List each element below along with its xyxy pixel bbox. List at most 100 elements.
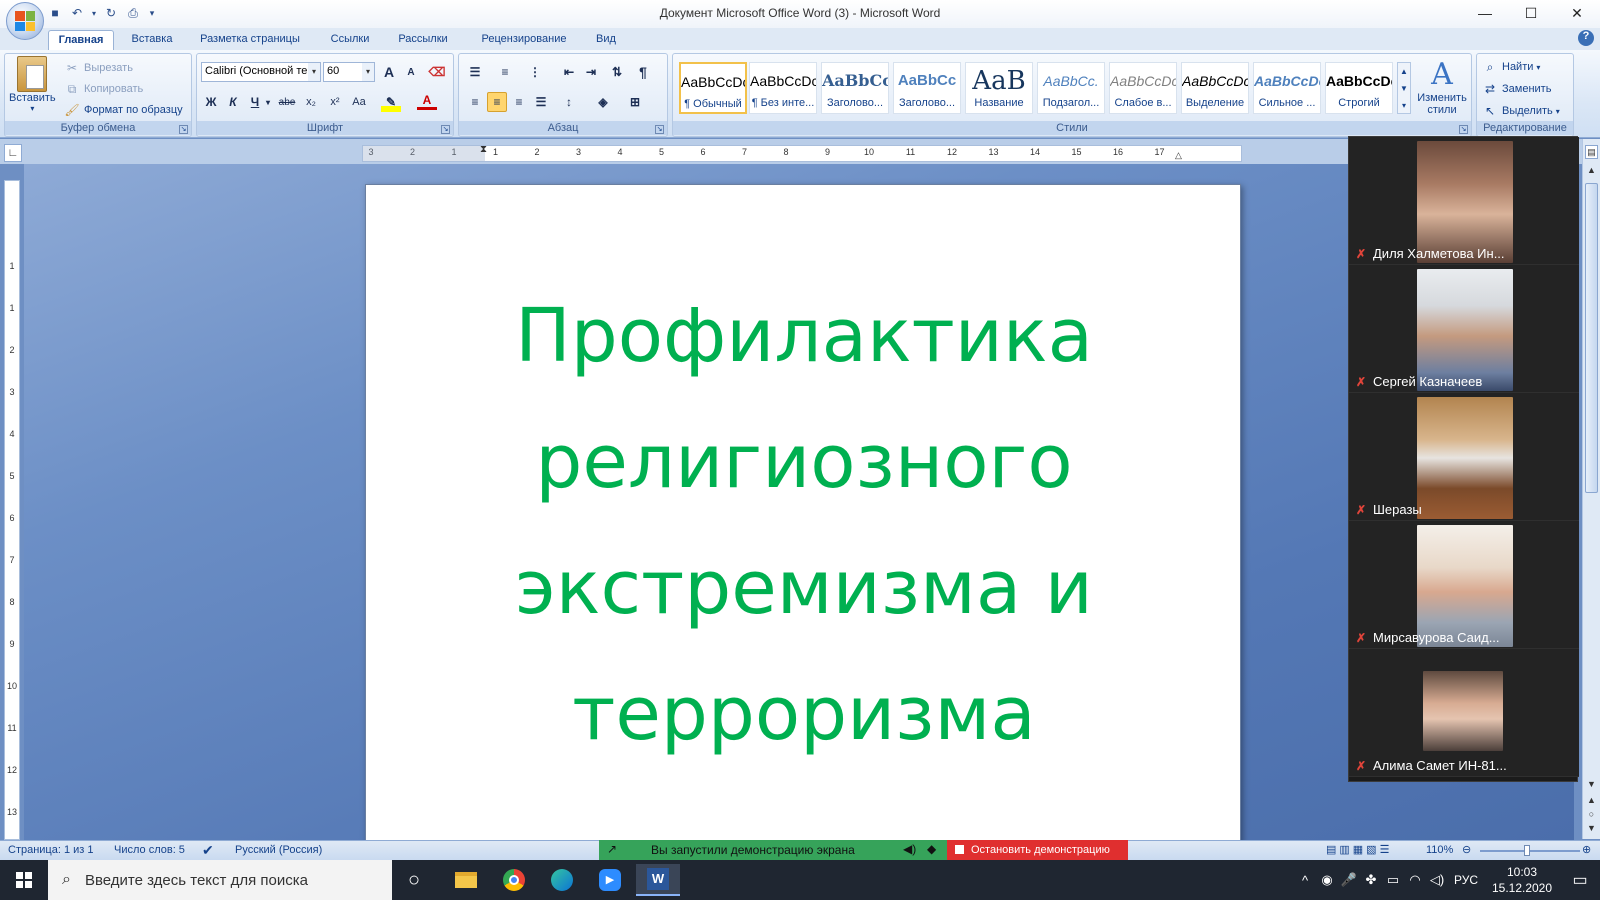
bold-button[interactable]: Ж bbox=[201, 92, 221, 112]
change-styles-button[interactable]: A Изменить стили bbox=[1415, 58, 1469, 117]
edge-icon[interactable] bbox=[540, 864, 584, 896]
align-center-icon[interactable]: ≡ bbox=[487, 92, 507, 112]
help-icon[interactable]: ? bbox=[1578, 30, 1594, 46]
zoom-in-icon[interactable]: ⊕ bbox=[1582, 843, 1591, 856]
taskbar-search[interactable]: ⌕ Введите здесь текст для поиска bbox=[48, 860, 392, 900]
view-buttons[interactable]: ▤▥▦▧☰ bbox=[1326, 843, 1392, 856]
file-explorer-icon[interactable] bbox=[444, 864, 488, 896]
cut-button[interactable]: ✂ Вырезать bbox=[63, 59, 133, 77]
stop-share-button[interactable]: Остановить демонстрацию bbox=[947, 840, 1128, 860]
sort-icon[interactable]: ⇅ bbox=[607, 62, 627, 82]
underline-dropdown-icon[interactable]: ▾ bbox=[263, 92, 273, 112]
volume-icon[interactable]: ◁) bbox=[1426, 872, 1448, 888]
superscript-button[interactable]: x² bbox=[325, 92, 345, 112]
close-button[interactable]: ✕ bbox=[1554, 0, 1600, 26]
document-body[interactable]: Профилактика религиозного экстремизма и … bbox=[366, 273, 1242, 777]
chevron-down-icon[interactable]: ▾ bbox=[308, 63, 320, 81]
office-button[interactable] bbox=[6, 2, 44, 40]
style-strong[interactable]: AaBbCcDc Строгий bbox=[1325, 62, 1393, 114]
style-normal[interactable]: AaBbCcDc ¶ Обычный bbox=[679, 62, 747, 114]
paste-button[interactable]: Вставить ▾ bbox=[9, 56, 56, 113]
zoom-slider[interactable] bbox=[1480, 850, 1580, 852]
ruler-toggle-icon[interactable]: ▤ bbox=[1585, 145, 1598, 159]
styles-gallery-scroll[interactable]: ▲ ▼ ▾ bbox=[1397, 62, 1411, 114]
chevron-down-icon[interactable]: ▾ bbox=[362, 63, 374, 81]
right-indent-marker[interactable]: △ bbox=[1175, 150, 1182, 161]
maximize-button[interactable]: ☐ bbox=[1508, 0, 1554, 26]
style-emphasis[interactable]: AaBbCcDc Выделение bbox=[1181, 62, 1249, 114]
input-language[interactable]: РУС bbox=[1448, 873, 1484, 887]
borders-icon[interactable]: ⊞ bbox=[625, 92, 645, 112]
shrink-font-button[interactable]: A bbox=[401, 62, 421, 82]
vertical-scrollbar[interactable]: ▤ ▲ ▼ ▲ ○ ▼ bbox=[1582, 139, 1600, 839]
tab-mailings[interactable]: Рассылки bbox=[390, 30, 456, 50]
multilevel-list-icon[interactable]: ⋮ bbox=[525, 62, 545, 82]
font-name-combo[interactable]: Calibri (Основной те ▾ bbox=[201, 62, 321, 82]
font-color-button[interactable]: A bbox=[417, 92, 437, 110]
task-view-icon[interactable]: ○ bbox=[392, 864, 436, 896]
style-heading-1[interactable]: AaBbCc Заголово... bbox=[821, 62, 889, 114]
find-button[interactable]: ⌕ Найти ▾ bbox=[1481, 58, 1541, 76]
replace-button[interactable]: ⇄ Заменить bbox=[1481, 80, 1551, 98]
word-count[interactable]: Число слов: 5 bbox=[114, 844, 185, 856]
proofing-icon[interactable]: ✔ bbox=[202, 842, 214, 859]
participant-tile[interactable]: ✗ Диля Халметова Ин... bbox=[1349, 137, 1579, 265]
clear-format-icon[interactable]: ⌫ bbox=[427, 62, 447, 82]
word-app-icon[interactable]: W bbox=[636, 864, 680, 896]
highlight-color-icon[interactable]: ✎ bbox=[381, 92, 401, 112]
strikethrough-button[interactable]: abe bbox=[277, 92, 297, 112]
browse-object-icon[interactable]: ○ bbox=[1585, 809, 1598, 819]
tab-selector-button[interactable]: ∟ bbox=[4, 144, 22, 162]
style-heading-2[interactable]: AaBbCc Заголово... bbox=[893, 62, 961, 114]
battery-icon[interactable]: ▭ bbox=[1382, 872, 1404, 888]
grow-font-button[interactable]: A bbox=[379, 62, 399, 82]
participant-tile[interactable]: ✗ Мирсавурова Саид... bbox=[1349, 521, 1579, 649]
align-left-icon[interactable]: ≡ bbox=[465, 92, 485, 112]
decrease-indent-icon[interactable]: ⇤ bbox=[559, 62, 579, 82]
horizontal-ruler[interactable]: 3 2 1 1 2 3 4 5 6 7 8 9 10 11 12 13 14 15 16 17 ⧗ △ bbox=[362, 144, 1242, 162]
clipboard-launcher-icon[interactable]: ↘ bbox=[179, 125, 188, 134]
subscript-button[interactable]: x₂ bbox=[301, 92, 321, 112]
notifications-icon[interactable]: ▭ bbox=[1560, 870, 1600, 890]
tab-review[interactable]: Рецензирование bbox=[468, 30, 580, 50]
wifi-icon[interactable]: ◠ bbox=[1404, 872, 1426, 888]
tab-references[interactable]: Ссылки bbox=[322, 30, 378, 50]
language-indicator[interactable]: Русский (Россия) bbox=[235, 844, 322, 856]
page-count[interactable]: Страница: 1 из 1 bbox=[8, 844, 94, 856]
clock[interactable]: 10:03 15.12.2020 bbox=[1484, 864, 1560, 896]
shading-icon[interactable]: ◈ bbox=[593, 92, 613, 112]
minimize-button[interactable]: — bbox=[1462, 0, 1508, 26]
bullets-icon[interactable]: ☰ bbox=[465, 62, 485, 82]
participant-tile[interactable]: ✗ Алима Самет ИН-81... bbox=[1349, 649, 1579, 777]
zoom-app-icon[interactable]: ▶ bbox=[588, 864, 632, 896]
zoom-level[interactable]: 110% bbox=[1426, 844, 1453, 856]
tab-page-layout[interactable]: Разметка страницы bbox=[190, 30, 310, 50]
numbering-icon[interactable]: ≡ bbox=[495, 62, 515, 82]
increase-indent-icon[interactable]: ⇥ bbox=[581, 62, 601, 82]
justify-icon[interactable]: ☰ bbox=[531, 92, 551, 112]
underline-button[interactable]: Ч bbox=[245, 92, 265, 112]
zoom-out-icon[interactable]: ⊖ bbox=[1462, 843, 1471, 856]
style-title[interactable]: AaB Название bbox=[965, 62, 1033, 114]
start-button[interactable] bbox=[0, 860, 48, 900]
change-case-button[interactable]: Aa bbox=[349, 92, 369, 112]
scroll-up-icon[interactable]: ▲ bbox=[1585, 165, 1598, 175]
style-no-spacing[interactable]: AaBbCcDc ¶ Без инте... bbox=[749, 62, 817, 114]
italic-button[interactable]: К bbox=[223, 92, 243, 112]
previous-page-icon[interactable]: ▲ bbox=[1585, 795, 1598, 805]
format-painter-button[interactable]: 🖌 Формат по образцу bbox=[63, 101, 182, 119]
copy-button[interactable]: ⧉ Копировать bbox=[63, 80, 144, 98]
style-subtle-emphasis[interactable]: AaBbCcDc Слабое в... bbox=[1109, 62, 1177, 114]
tab-view[interactable]: Вид bbox=[590, 30, 622, 50]
microphone-icon[interactable]: 🎤 bbox=[1338, 872, 1360, 888]
security-icon[interactable]: ✤ bbox=[1360, 872, 1382, 888]
participant-tile[interactable]: ✗ Шеразы bbox=[1349, 393, 1579, 521]
select-button[interactable]: ↖ Выделить ▾ bbox=[1481, 102, 1560, 120]
paragraph-launcher-icon[interactable]: ↘ bbox=[655, 125, 664, 134]
show-marks-button[interactable]: ¶ bbox=[633, 62, 653, 82]
font-size-combo[interactable]: 60 ▾ bbox=[323, 62, 375, 82]
line-spacing-icon[interactable]: ↕ bbox=[559, 92, 579, 112]
chevron-up-icon[interactable]: ^ bbox=[1294, 873, 1316, 888]
vertical-ruler[interactable]: 1 1 2 3 4 5 6 7 8 9 10 11 12 13 bbox=[4, 180, 20, 840]
document-page[interactable]: Профилактика религиозного экстремизма и … bbox=[365, 184, 1241, 844]
